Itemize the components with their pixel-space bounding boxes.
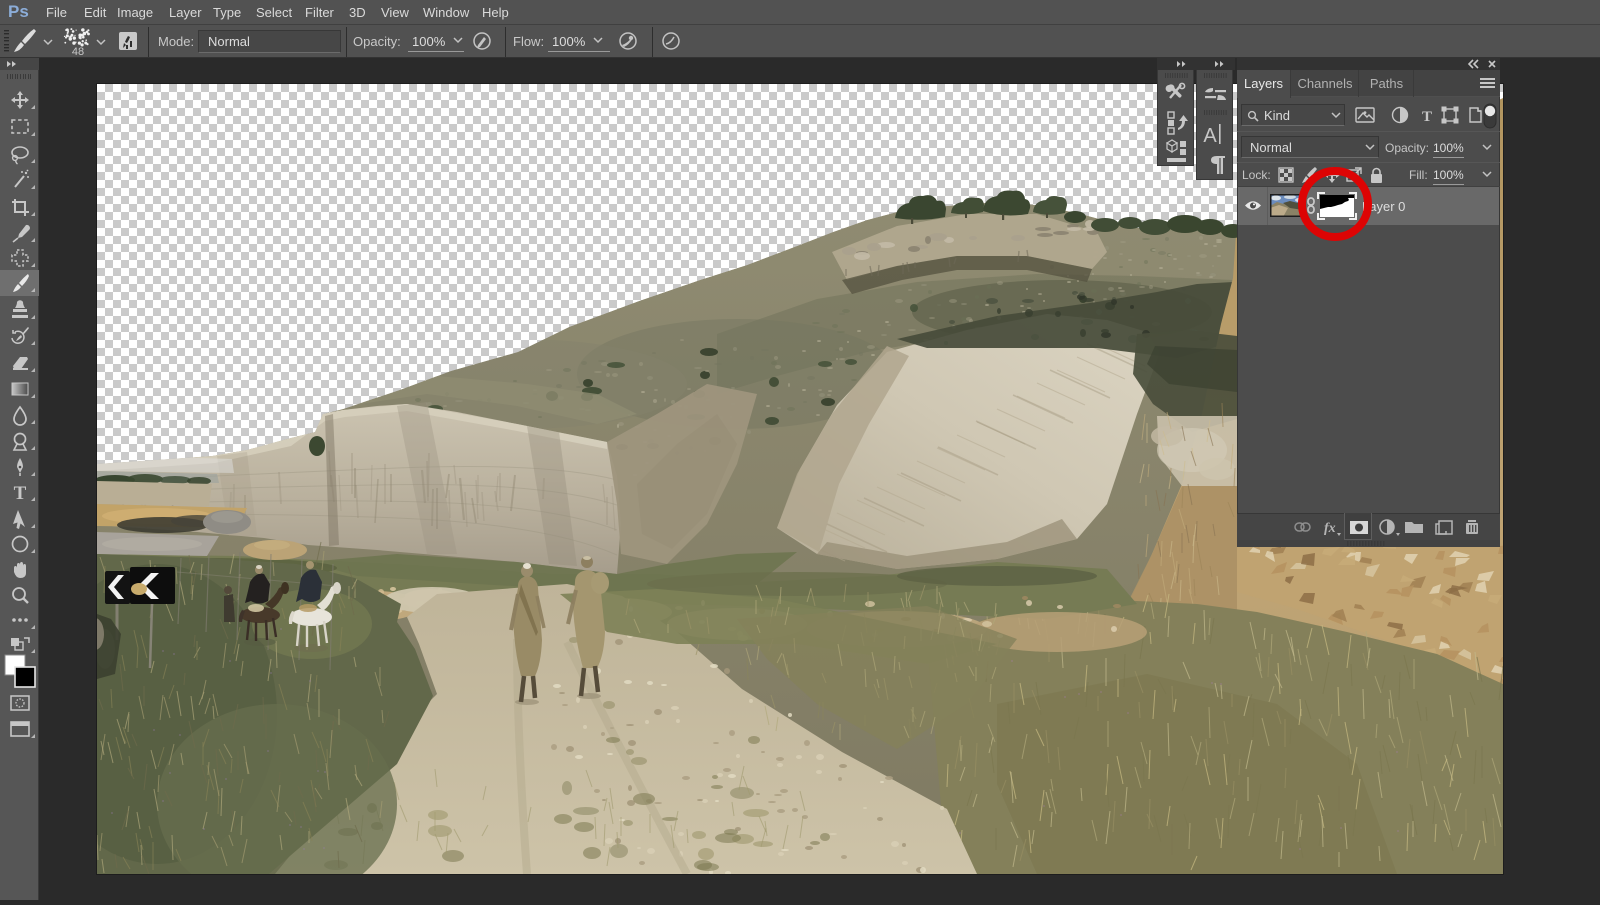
svg-text:T: T [1422,109,1432,125]
svg-text:fx: fx [1324,521,1336,536]
svg-text:A: A [1203,125,1217,147]
svg-text:48: 48 [72,46,84,58]
svg-text:T: T [14,483,27,504]
